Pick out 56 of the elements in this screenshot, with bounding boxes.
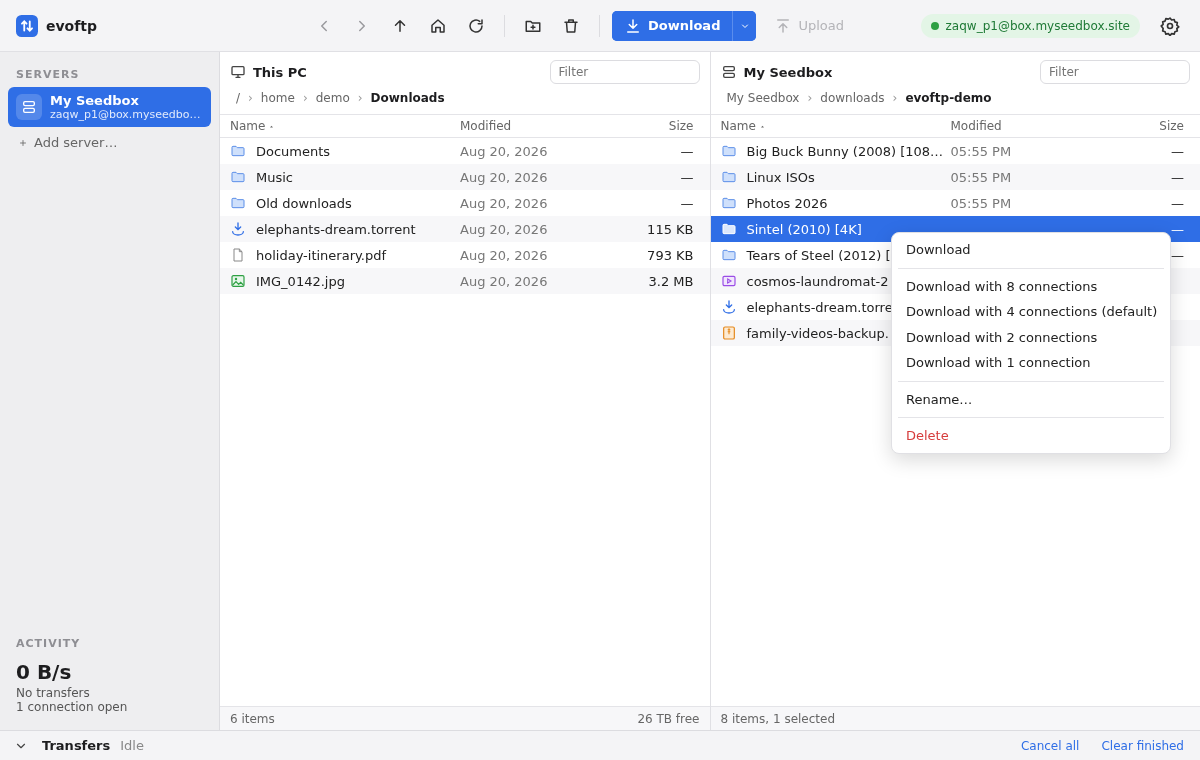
upload-button: Upload [768, 15, 850, 36]
pane-title: My Seedbox [743, 64, 833, 80]
section-heading: ACTIVITY [15, 636, 82, 652]
pane-title: This PC [253, 64, 307, 80]
modified-date: 05:55 PM [950, 195, 1012, 211]
file-name: elephants-dream.torre [746, 299, 893, 315]
file-name: elephants-dream.torrent [256, 221, 416, 237]
file-name: cosmos-laundromat-2 [746, 273, 889, 289]
file-name: Music [256, 169, 293, 185]
modified-date: 05:55 PM [950, 169, 1012, 185]
modified-date: Aug 20, 2026 [460, 143, 548, 159]
file-size: — [1171, 143, 1184, 159]
file-size: — [1171, 247, 1184, 263]
file-size: 3.2 MB [648, 273, 694, 289]
file-size: — [680, 195, 694, 211]
breadcrumb-separator: › [807, 91, 813, 105]
connection-status: zaqw_p1@box.myseedbox.site [920, 13, 1140, 38]
free-space: 26 TB free [637, 711, 700, 726]
breadcrumb-separator: › [302, 91, 308, 105]
file-name: Documents [256, 143, 331, 159]
modified-date: Aug 20, 2026 [460, 221, 548, 237]
file-name: holiday-itinerary.pdf [256, 247, 387, 263]
transfer-speed: 0 B/s [15, 659, 73, 686]
activity-text: 1 connection open [15, 700, 129, 714]
modified-date: Aug 20, 2026 [460, 247, 548, 263]
file-size: — [680, 169, 694, 185]
modified-date: 05:55 PM [950, 143, 1012, 159]
transfers-title: Transfers [42, 738, 111, 753]
file-name: Tears of Steel (2012) [ [746, 247, 891, 263]
breadcrumb-separator: › [248, 91, 253, 105]
file-size: 115 KB [647, 221, 694, 237]
file-name: Sintel (2010) [4K] [746, 221, 862, 237]
modified-date: Aug 20, 2026 [460, 195, 548, 211]
server-name: My Seedbox [50, 93, 140, 108]
breadcrumb-separator: › [357, 91, 363, 105]
file-size: — [1171, 169, 1184, 185]
file-name: Photos 2026 [746, 195, 828, 211]
file-size: — [1171, 221, 1184, 237]
activity-text: No transfers [15, 686, 91, 700]
file-size: — [680, 143, 694, 159]
breadcrumb-separator: › [892, 91, 898, 105]
item-count: 8 items, 1 selected [720, 711, 836, 726]
file-size: — [1171, 195, 1184, 211]
modified-date: Aug 20, 2026 [460, 169, 548, 185]
file-name: Old downloads [256, 195, 352, 211]
server-address: zaqw_p1@box.myseedbo… [50, 108, 201, 121]
modified-date: Aug 20, 2026 [460, 273, 548, 289]
app-title: evoftp [46, 17, 98, 34]
file-name: IMG_0142.jpg [256, 273, 345, 289]
file-size: 793 KB [647, 247, 694, 263]
transfers-status: Idle [120, 738, 144, 753]
section-heading: SERVERS [15, 67, 81, 83]
item-count: 6 items [230, 711, 275, 726]
file-name: family-videos-backup. [746, 325, 889, 341]
file-name: Linux ISOs [746, 169, 815, 185]
file-name: Big Buck Bunny (2008) [108… [746, 143, 944, 159]
